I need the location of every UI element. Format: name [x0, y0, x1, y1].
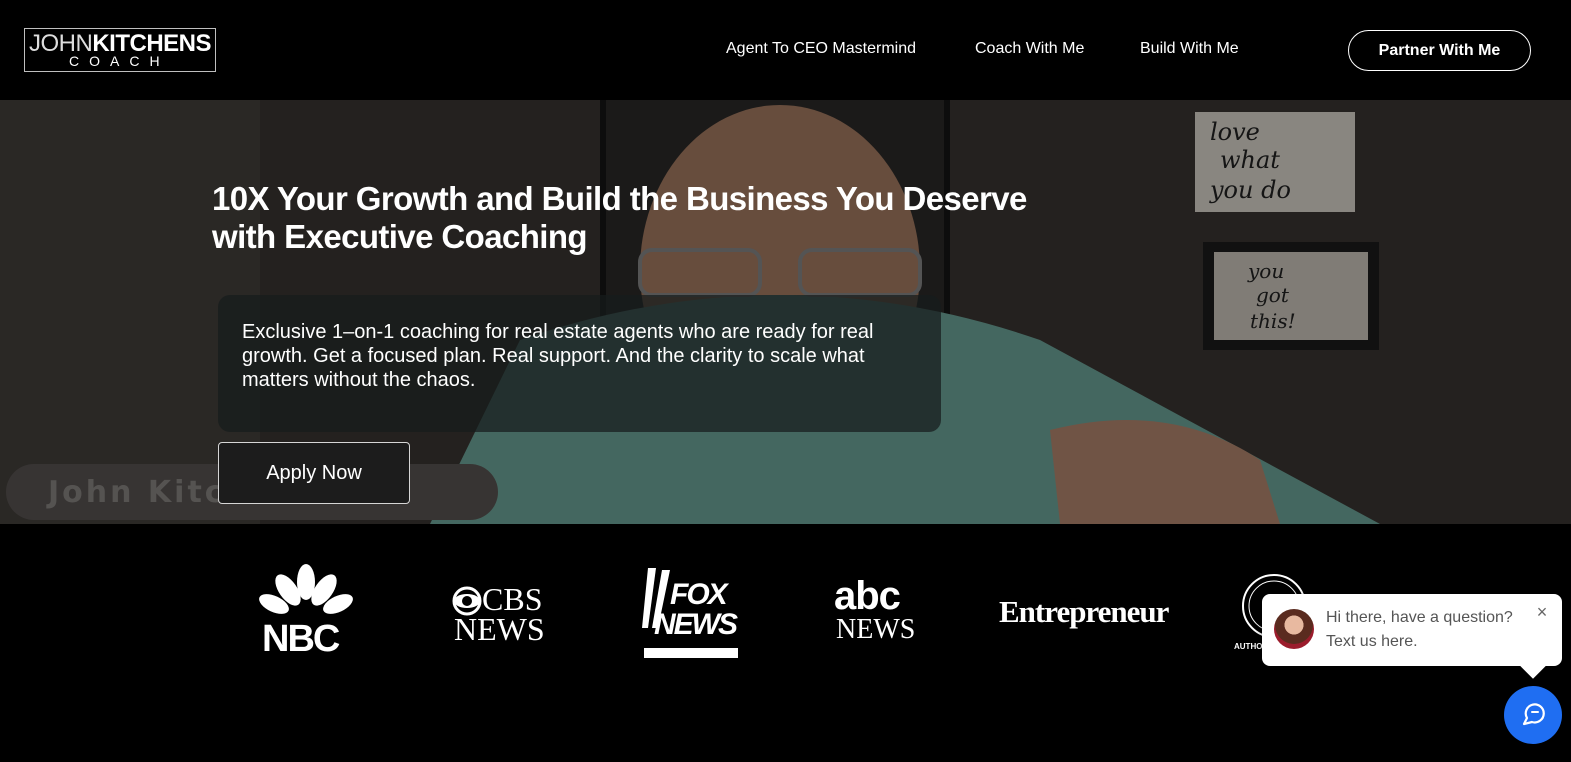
- nav-agent-to-ceo-mastermind[interactable]: Agent To CEO Mastermind: [726, 40, 916, 60]
- seal-text: AUTHO: [1234, 642, 1263, 651]
- nav-build-with-me[interactable]: Build With Me: [1140, 40, 1239, 60]
- fox-text: FOX: [670, 578, 728, 611]
- abc-text: abc: [834, 574, 901, 618]
- cbs-news-text: NEWS: [454, 611, 545, 647]
- cbs-news-logo: CBS NEWS: [452, 581, 545, 647]
- site-header: JOHNKITCHENS COACH Agent To CEO Mastermi…: [0, 0, 1571, 100]
- nbc-peacock-icon: [259, 564, 353, 614]
- hero-title-line2: with Executive Coaching: [212, 218, 588, 255]
- nbc-text: NBC: [262, 618, 340, 660]
- logo-subtitle: COACH: [69, 53, 170, 69]
- chat-prompt-text: Hi there, have a question? Text us here.: [1326, 609, 1513, 650]
- hero-description: Exclusive 1–on-1 coaching for real estat…: [242, 321, 874, 391]
- abc-news-text: NEWS: [836, 614, 916, 645]
- abc-news-logo: abc NEWS: [834, 576, 924, 646]
- cbs-text: CBS: [482, 581, 543, 617]
- hero-title-line1: 10X Your Growth and Build the Business Y…: [212, 180, 1027, 217]
- john-kitchens-coach-logo[interactable]: JOHNKITCHENS COACH: [24, 28, 216, 72]
- chat-icon: [1522, 703, 1545, 726]
- agent-avatar: [1274, 609, 1314, 649]
- fox-news-text: NEWS: [654, 608, 738, 641]
- chat-launcher-button[interactable]: [1504, 686, 1562, 744]
- partner-with-me-button[interactable]: Partner With Me: [1348, 30, 1531, 71]
- hero-title: 10X Your Growth and Build the Business Y…: [212, 180, 1052, 256]
- chat-prompt-bubble[interactable]: Hi there, have a question? Text us here.…: [1262, 594, 1562, 666]
- apply-now-button[interactable]: Apply Now: [218, 442, 410, 504]
- entrepreneur-logo: Entrepreneur: [999, 594, 1169, 629]
- close-icon[interactable]: ×: [1534, 603, 1550, 621]
- hero-description-card: Exclusive 1–on-1 coaching for real estat…: [218, 295, 941, 432]
- fox-underline-bar: [644, 648, 738, 658]
- nbc-logo: NBC: [258, 564, 354, 660]
- nav-coach-with-me[interactable]: Coach With Me: [975, 40, 1084, 60]
- hero-section: love what you do you got this! John Kitc…: [0, 100, 1571, 524]
- fox-news-logo: FOX NEWS: [642, 568, 738, 658]
